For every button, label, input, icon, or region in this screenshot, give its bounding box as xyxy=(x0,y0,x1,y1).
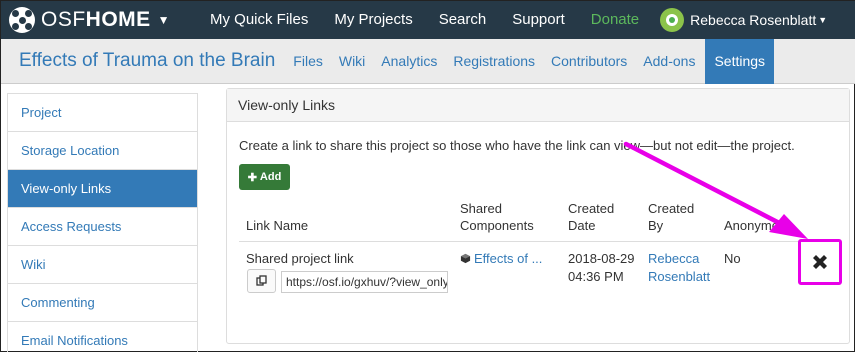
sidebar-item-view-only-links[interactable]: View-only Links xyxy=(8,170,197,208)
col-header-created-line2: Date xyxy=(568,218,596,233)
created-time: 04:36 PM xyxy=(568,269,624,284)
table-header-divider xyxy=(239,241,839,242)
delete-link-button[interactable] xyxy=(798,239,842,285)
tab-files[interactable]: Files xyxy=(285,39,331,84)
nav-search[interactable]: Search xyxy=(426,1,500,39)
avatar xyxy=(660,8,685,32)
col-header-anonymous: Anonymous xyxy=(724,218,793,233)
tab-add-ons[interactable]: Add-ons xyxy=(635,39,703,84)
shared-components-cell: Effects of ... xyxy=(460,250,542,268)
osf-logo-icon xyxy=(9,7,35,33)
col-header-created-date: Created Date xyxy=(568,201,614,234)
sidebar-item-storage-location[interactable]: Storage Location xyxy=(8,132,197,170)
panel-title: View-only Links xyxy=(227,89,849,122)
nav-links: My Quick Files My Projects Search Suppor… xyxy=(197,1,652,39)
plus-icon: ✚ xyxy=(247,171,257,184)
osf-home-brand[interactable]: OSFHOME ▼ xyxy=(1,1,197,39)
created-date: 2018-08-29 xyxy=(568,251,635,266)
nav-my-quick-files[interactable]: My Quick Files xyxy=(197,1,321,39)
settings-sidebar: Project Storage Location View-only Links… xyxy=(7,93,198,352)
sidebar-item-email-notifications[interactable]: Email Notifications xyxy=(8,322,197,352)
sidebar-item-wiki[interactable]: Wiki xyxy=(8,246,197,284)
col-header-by-line1: Created xyxy=(648,201,695,216)
chevron-down-icon: ▼ xyxy=(157,13,170,27)
top-navbar: OSFHOME ▼ My Quick Files My Projects Sea… xyxy=(1,1,855,39)
link-url-field[interactable]: https://osf.io/gxhuv/?view_only= xyxy=(281,271,448,293)
component-link[interactable]: Effects of ... xyxy=(474,251,542,266)
col-header-shared-components: Shared Components xyxy=(460,201,534,234)
tab-settings[interactable]: Settings xyxy=(705,38,775,84)
view-only-links-panel: View-only Links Create a link to share t… xyxy=(226,88,850,344)
sidebar-item-commenting[interactable]: Commenting xyxy=(8,284,197,322)
created-by-cell: Rebecca Rosenblatt xyxy=(648,250,710,286)
caret-down-icon: ▼ xyxy=(818,15,828,25)
add-button-label: Add xyxy=(259,171,282,183)
creator-last-name[interactable]: Rosenblatt xyxy=(648,268,710,286)
tab-contributors[interactable]: Contributors xyxy=(543,39,635,84)
tab-analytics[interactable]: Analytics xyxy=(373,39,445,84)
tab-wiki[interactable]: Wiki xyxy=(331,39,373,84)
user-name: Rebecca Rosenblatt xyxy=(690,12,817,28)
delete-x-icon xyxy=(813,255,827,269)
col-header-created-line1: Created xyxy=(568,201,615,216)
col-header-shared-line2: Components xyxy=(460,218,534,233)
sidebar-item-access-requests[interactable]: Access Requests xyxy=(8,208,197,246)
link-name-cell: Shared project link xyxy=(246,251,354,266)
nav-support[interactable]: Support xyxy=(499,1,578,39)
cube-icon xyxy=(460,253,471,264)
col-header-by-line2: By xyxy=(648,218,664,233)
nav-my-projects[interactable]: My Projects xyxy=(321,1,425,39)
col-header-shared-line1: Shared xyxy=(460,201,502,216)
col-header-link-name: Link Name xyxy=(246,218,309,233)
nav-donate[interactable]: Donate xyxy=(578,1,652,39)
tab-registrations[interactable]: Registrations xyxy=(445,39,543,84)
add-link-button[interactable]: ✚ Add xyxy=(239,164,290,190)
col-header-created-by: Created By xyxy=(648,201,694,234)
creator-first-name[interactable]: Rebecca xyxy=(648,250,710,268)
copy-icon xyxy=(255,275,267,286)
panel-description: Create a link to share this project so t… xyxy=(239,138,795,153)
project-header: Effects of Trauma on the Brain Files Wik… xyxy=(1,38,855,84)
brand-text: OSFHOME xyxy=(41,8,151,31)
copy-link-button[interactable] xyxy=(247,269,276,293)
user-menu[interactable]: Rebecca Rosenblatt ▼ xyxy=(660,8,827,32)
created-date-cell: 2018-08-29 04:36 PM xyxy=(568,250,635,286)
anonymous-cell: No xyxy=(724,251,741,266)
project-title[interactable]: Effects of Trauma on the Brain xyxy=(1,50,285,72)
sidebar-item-project[interactable]: Project xyxy=(8,94,197,132)
